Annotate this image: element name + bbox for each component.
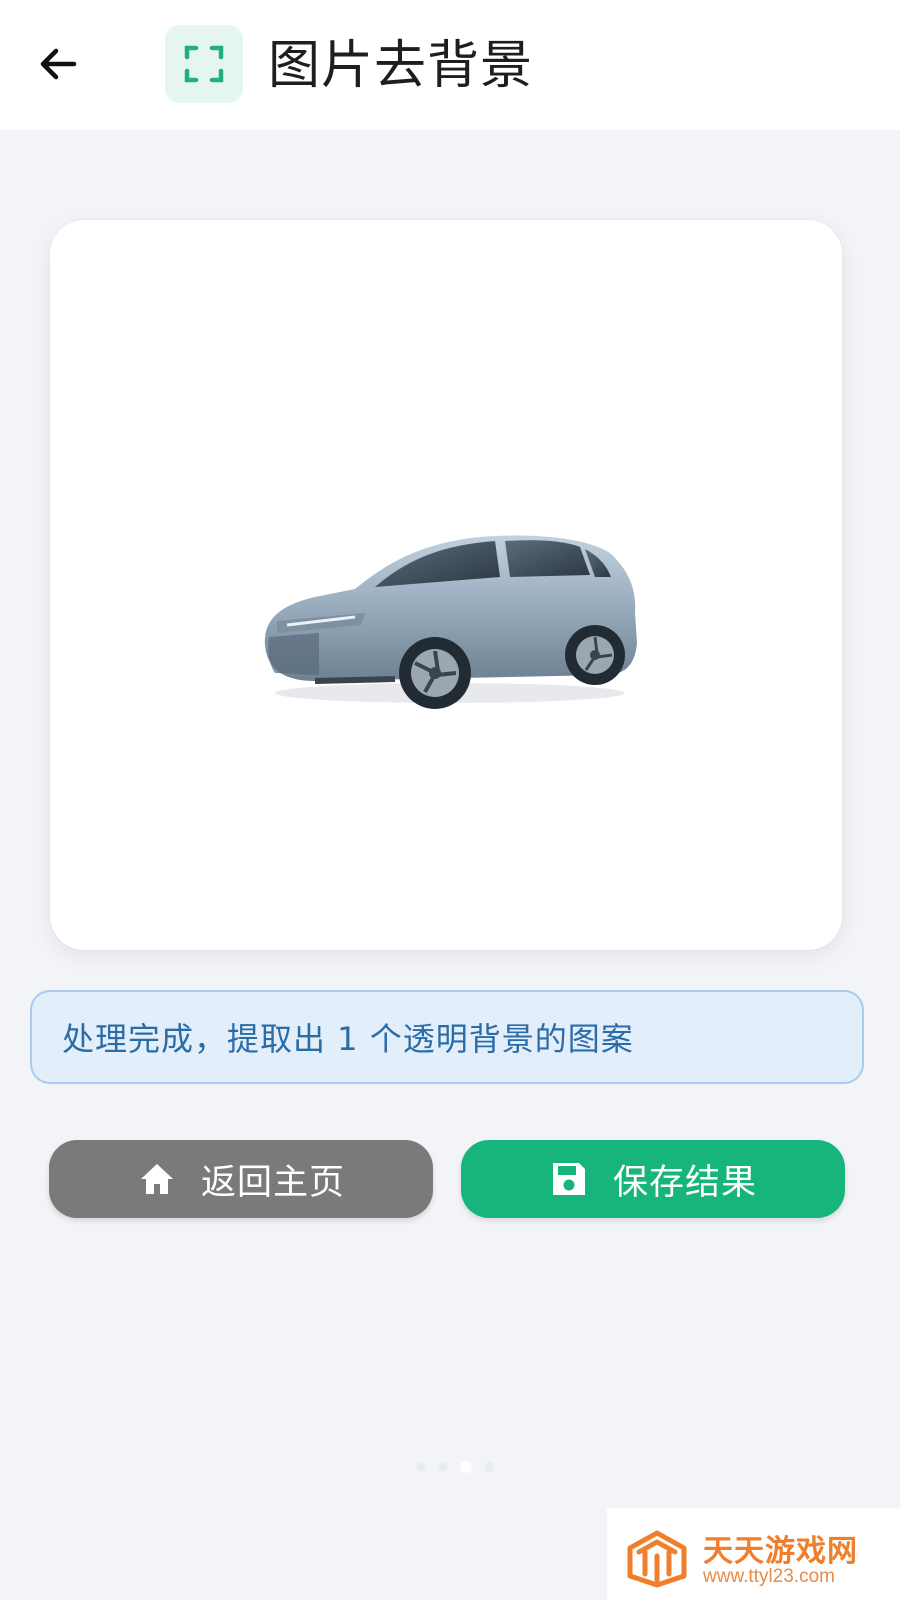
watermark-title: 天天游戏网 [703, 1534, 858, 1569]
page-title: 图片去背景 [268, 36, 534, 96]
save-icon [549, 1159, 589, 1199]
scan-frame-icon [184, 45, 224, 83]
home-icon [137, 1159, 177, 1199]
page-dot [438, 1462, 448, 1472]
preview-card [50, 220, 842, 950]
status-banner: 处理完成，提取出 1 个透明背景的图案 [30, 990, 864, 1084]
return-home-button[interactable]: 返回主页 [49, 1140, 433, 1218]
save-result-label: 保存结果 [612, 1162, 757, 1203]
car-image [264, 535, 637, 709]
page-dot-active [460, 1461, 472, 1473]
watermark-logo-icon [627, 1530, 687, 1588]
save-result-button[interactable]: 保存结果 [461, 1140, 845, 1218]
status-message: 处理完成，提取出 1 个透明背景的图案 [62, 1020, 634, 1058]
page-indicator [395, 1460, 515, 1474]
return-home-label: 返回主页 [200, 1162, 345, 1203]
app-bar: 图片去背景 [0, 0, 900, 130]
site-watermark: 天天游戏网 www.ttyl23.com [607, 1508, 900, 1600]
page-dot [484, 1462, 494, 1472]
arrow-left-icon [40, 48, 77, 80]
back-button[interactable] [30, 36, 86, 92]
watermark-url: www.ttyl23.com [703, 1566, 835, 1587]
page-dot [416, 1462, 426, 1472]
title-badge [165, 25, 243, 103]
